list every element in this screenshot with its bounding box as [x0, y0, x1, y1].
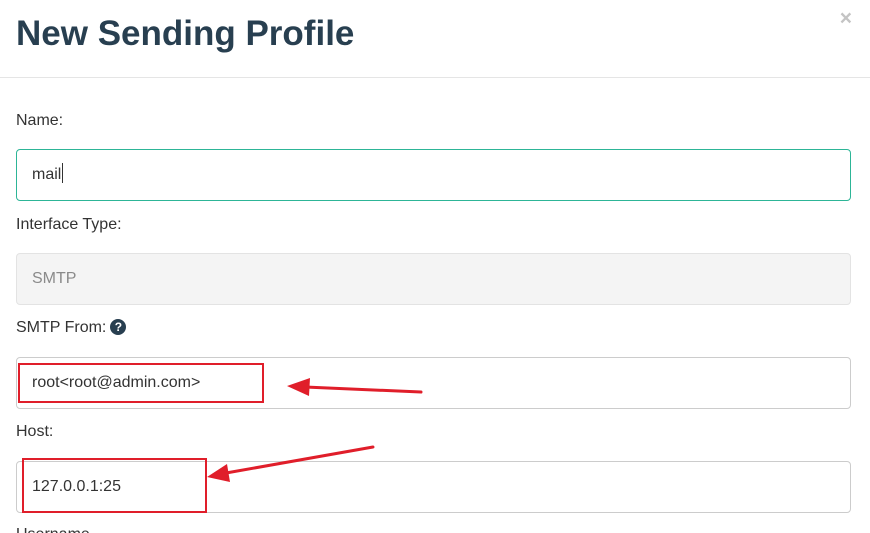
interface-type-input: SMTP — [16, 253, 851, 305]
modal-header: New Sending Profile × — [0, 0, 870, 78]
smtp-from-highlight-box — [18, 363, 264, 403]
close-button[interactable]: × — [840, 6, 852, 32]
interface-type-label: Interface Type: — [16, 216, 122, 233]
question-circle-icon[interactable]: ? — [110, 319, 127, 335]
host-label: Host: — [16, 423, 54, 440]
interface-type-value: SMTP — [32, 270, 77, 287]
sending-profile-modal: New Sending Profile × Name: mail Interfa… — [0, 0, 870, 533]
smtp-from-label: SMTP From:? — [16, 318, 127, 338]
modal-title: New Sending Profile — [16, 14, 355, 53]
smtp-from-label-text: SMTP From: — [16, 319, 107, 336]
name-label: Name: — [16, 112, 64, 129]
username-label: Username — [16, 525, 90, 533]
name-input-value: mail — [32, 166, 62, 183]
host-highlight-box — [22, 458, 207, 513]
name-input[interactable]: mail — [16, 149, 851, 201]
text-cursor — [62, 163, 64, 184]
